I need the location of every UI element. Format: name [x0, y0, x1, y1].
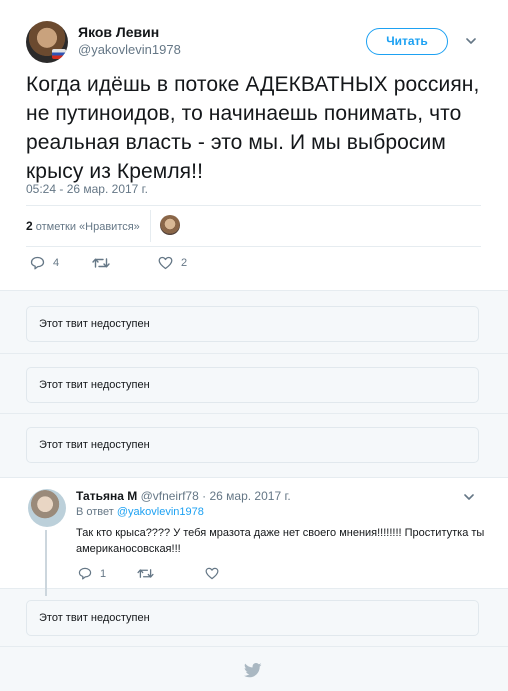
likes-label: отметки «Нравится» — [35, 221, 140, 233]
divider — [0, 290, 508, 291]
retweet-button[interactable] — [137, 567, 162, 580]
likes-number: 2 — [26, 219, 33, 233]
reply-date[interactable]: 26 мар. 2017 г. — [209, 489, 290, 503]
like-button[interactable] — [205, 567, 227, 580]
in-reply-mention[interactable]: @yakovlevin1978 — [117, 506, 204, 518]
likes-summary[interactable]: 2 отметки «Нравится» — [26, 219, 140, 233]
heart-icon — [158, 256, 173, 270]
retweet-icon — [92, 258, 110, 268]
flag-badge — [52, 49, 66, 59]
reply-text: Так кто крыса???? У тебя мразота даже не… — [76, 527, 485, 555]
chevron-down-icon[interactable] — [466, 36, 476, 46]
reply-icon — [30, 256, 45, 270]
unavailable-tweet[interactable]: Этот твит недоступен — [26, 306, 479, 342]
twitter-bird-icon[interactable] — [244, 663, 262, 678]
heart-icon — [205, 567, 219, 580]
liker-avatar[interactable] — [160, 215, 180, 235]
divider — [26, 205, 481, 206]
thread-line — [45, 530, 47, 596]
like-button[interactable]: 2 — [158, 256, 187, 270]
chevron-down-icon[interactable] — [464, 492, 474, 502]
reply-author-name: Татьяна М — [76, 489, 138, 503]
reply-count: 1 — [100, 567, 107, 580]
main-tweet: Яков Левин @yakovlevin1978 Читать Когда … — [0, 0, 508, 290]
reply-icon — [78, 567, 92, 580]
author-handle[interactable]: @yakovlevin1978 — [78, 42, 181, 57]
in-reply-to: В ответ @yakovlevin1978 — [76, 506, 204, 518]
tweet-text: Когда идёшь в потоке АДЕКВАТНЫХ россиян,… — [26, 73, 480, 183]
reply-separator: · — [202, 489, 207, 503]
divider — [26, 246, 481, 247]
reply-count: 4 — [53, 257, 60, 269]
unavailable-tweet[interactable]: Этот твит недоступен — [26, 367, 479, 403]
reply-author[interactable]: Татьяна М @vfneirf78 · 26 мар. 2017 г. — [76, 489, 291, 503]
author-avatar[interactable] — [26, 21, 68, 63]
reply-author-avatar[interactable] — [28, 489, 66, 527]
follow-button[interactable]: Читать — [366, 28, 448, 55]
tweet-timestamp[interactable]: 05:24 - 26 мар. 2017 г. — [26, 182, 148, 196]
divider — [0, 413, 508, 414]
footer — [0, 646, 508, 691]
reply-tweet[interactable]: Татьяна М @vfneirf78 · 26 мар. 2017 г. В… — [0, 477, 508, 596]
like-count: 2 — [181, 257, 188, 269]
in-reply-prefix: В ответ — [76, 506, 114, 518]
reply-author-handle: @vfneirf78 — [140, 489, 199, 503]
reply-button[interactable]: 4 — [30, 256, 59, 270]
retweet-icon — [137, 569, 154, 578]
reply-button[interactable]: 1 — [78, 567, 106, 580]
retweet-button[interactable] — [92, 256, 118, 270]
author-name[interactable]: Яков Левин — [78, 24, 159, 40]
divider — [150, 210, 151, 242]
divider — [0, 353, 508, 354]
unavailable-tweet[interactable]: Этот твит недоступен — [26, 600, 479, 636]
unavailable-tweet[interactable]: Этот твит недоступен — [26, 427, 479, 463]
